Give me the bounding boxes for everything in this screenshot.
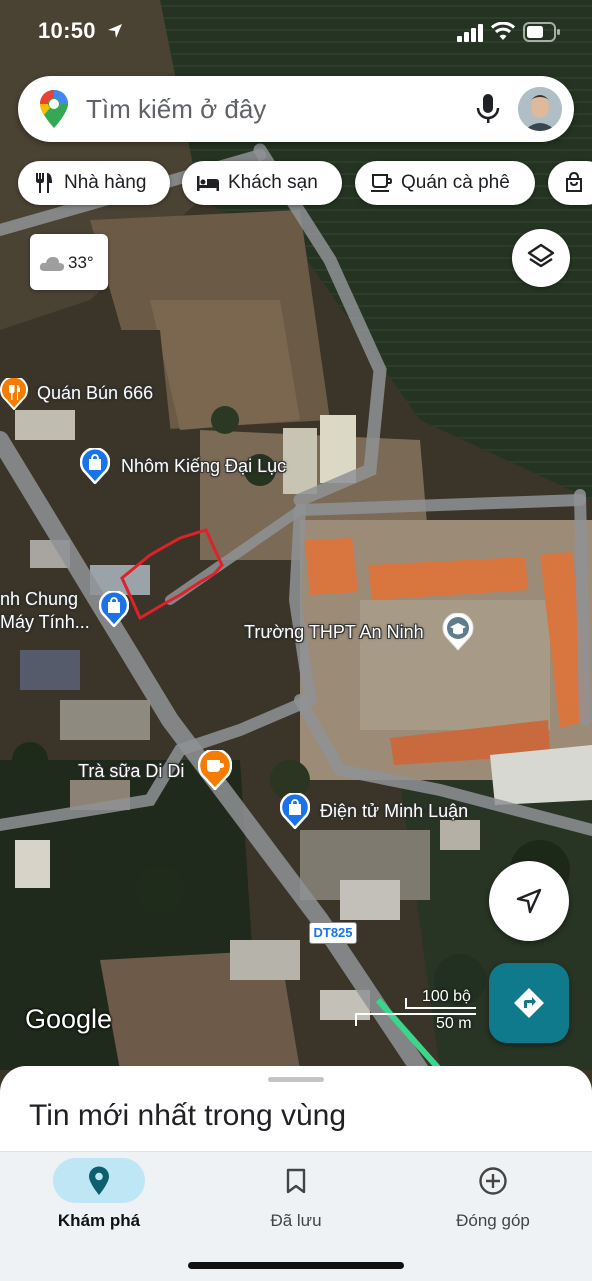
status-bar: 10:50	[0, 0, 592, 60]
layers-icon	[527, 243, 555, 268]
my-location-button[interactable]	[489, 861, 569, 941]
search-placeholder[interactable]: Tìm kiếm ở đây	[86, 94, 266, 125]
sheet-grab-handle[interactable]	[268, 1077, 324, 1082]
location-arrow-icon	[108, 24, 122, 38]
user-avatar[interactable]	[518, 87, 562, 131]
restaurant-icon	[36, 173, 52, 193]
poi-label-quan-bun[interactable]: Quán Bún 666	[37, 383, 153, 404]
chip-shopping[interactable]	[548, 161, 592, 205]
chip-restaurants-label: Nhà hàng	[64, 172, 147, 193]
poi-label-tra-sua[interactable]: Trà sữa Di Di	[78, 761, 184, 782]
chip-hotels-label: Khách sạn	[228, 172, 318, 193]
shopping-poi-marker[interactable]	[80, 448, 110, 484]
chip-restaurants[interactable]: Nhà hàng	[18, 161, 170, 205]
chip-hotels[interactable]: Khách sạn	[182, 161, 342, 205]
google-maps-pin-icon	[40, 90, 68, 128]
signal-icon	[457, 24, 483, 42]
bookmark-icon	[286, 1168, 306, 1194]
weather-widget[interactable]: 33°	[30, 234, 108, 290]
poi-label-nhom-kinh[interactable]: Nhôm Kiếng Đại Lục	[121, 456, 286, 477]
tab-contribute[interactable]: Đóng góp	[413, 1152, 573, 1252]
coffee-poi-marker[interactable]	[198, 750, 232, 790]
weather-temp: 33°	[68, 253, 94, 272]
navigation-arrow-icon	[516, 888, 542, 914]
google-logo: Google	[25, 1004, 113, 1034]
chip-coffee-label: Quán cà phê	[401, 172, 510, 193]
scale-meters: 50 m	[436, 1015, 472, 1032]
road-shield: DT825	[309, 922, 357, 944]
home-indicator[interactable]	[188, 1262, 404, 1269]
search-bar[interactable]: Tìm kiếm ở đây	[18, 76, 574, 142]
restaurant-poi-marker[interactable]	[0, 378, 28, 410]
explore-pin-icon	[89, 1166, 109, 1195]
scale-feet: 100 bộ	[422, 988, 471, 1005]
directions-button[interactable]	[489, 963, 569, 1043]
battery-icon	[523, 22, 560, 42]
map-layers-button[interactable]	[512, 229, 570, 287]
directions-icon	[514, 988, 544, 1018]
poi-label-truong-thpt[interactable]: Trường THPT An Ninh	[244, 622, 424, 643]
shopping-icon	[566, 171, 582, 192]
hotel-icon	[197, 176, 219, 191]
microphone-icon[interactable]	[476, 94, 500, 124]
add-circle-icon	[479, 1167, 507, 1195]
shopping-poi-marker[interactable]	[280, 793, 310, 829]
status-time: 10:50	[38, 18, 96, 43]
poi-label-anh-chung-line1[interactable]: nh Chung	[0, 589, 78, 610]
sheet-title: Tin mới nhất trong vùng	[29, 1099, 347, 1132]
tab-contribute-label: Đóng góp	[456, 1211, 530, 1230]
coffee-icon	[371, 174, 392, 192]
cloud-icon	[39, 257, 65, 271]
tab-explore-label: Khám phá	[57, 1211, 141, 1230]
bottom-navigation: Khám phá Đã lưu Đóng góp	[0, 1151, 592, 1281]
wifi-icon	[491, 22, 515, 40]
school-poi-marker[interactable]	[442, 613, 474, 651]
poi-label-dien-tu[interactable]: Điện tử Minh Luận	[320, 801, 468, 822]
chip-coffee[interactable]: Quán cà phê	[355, 161, 535, 205]
tab-explore[interactable]: Khám phá	[19, 1152, 179, 1252]
shopping-poi-marker[interactable]	[99, 591, 129, 627]
tab-saved[interactable]: Đã lưu	[216, 1152, 376, 1252]
poi-label-anh-chung-line2[interactable]: Máy Tính...	[0, 612, 90, 633]
tab-saved-label: Đã lưu	[270, 1211, 322, 1230]
